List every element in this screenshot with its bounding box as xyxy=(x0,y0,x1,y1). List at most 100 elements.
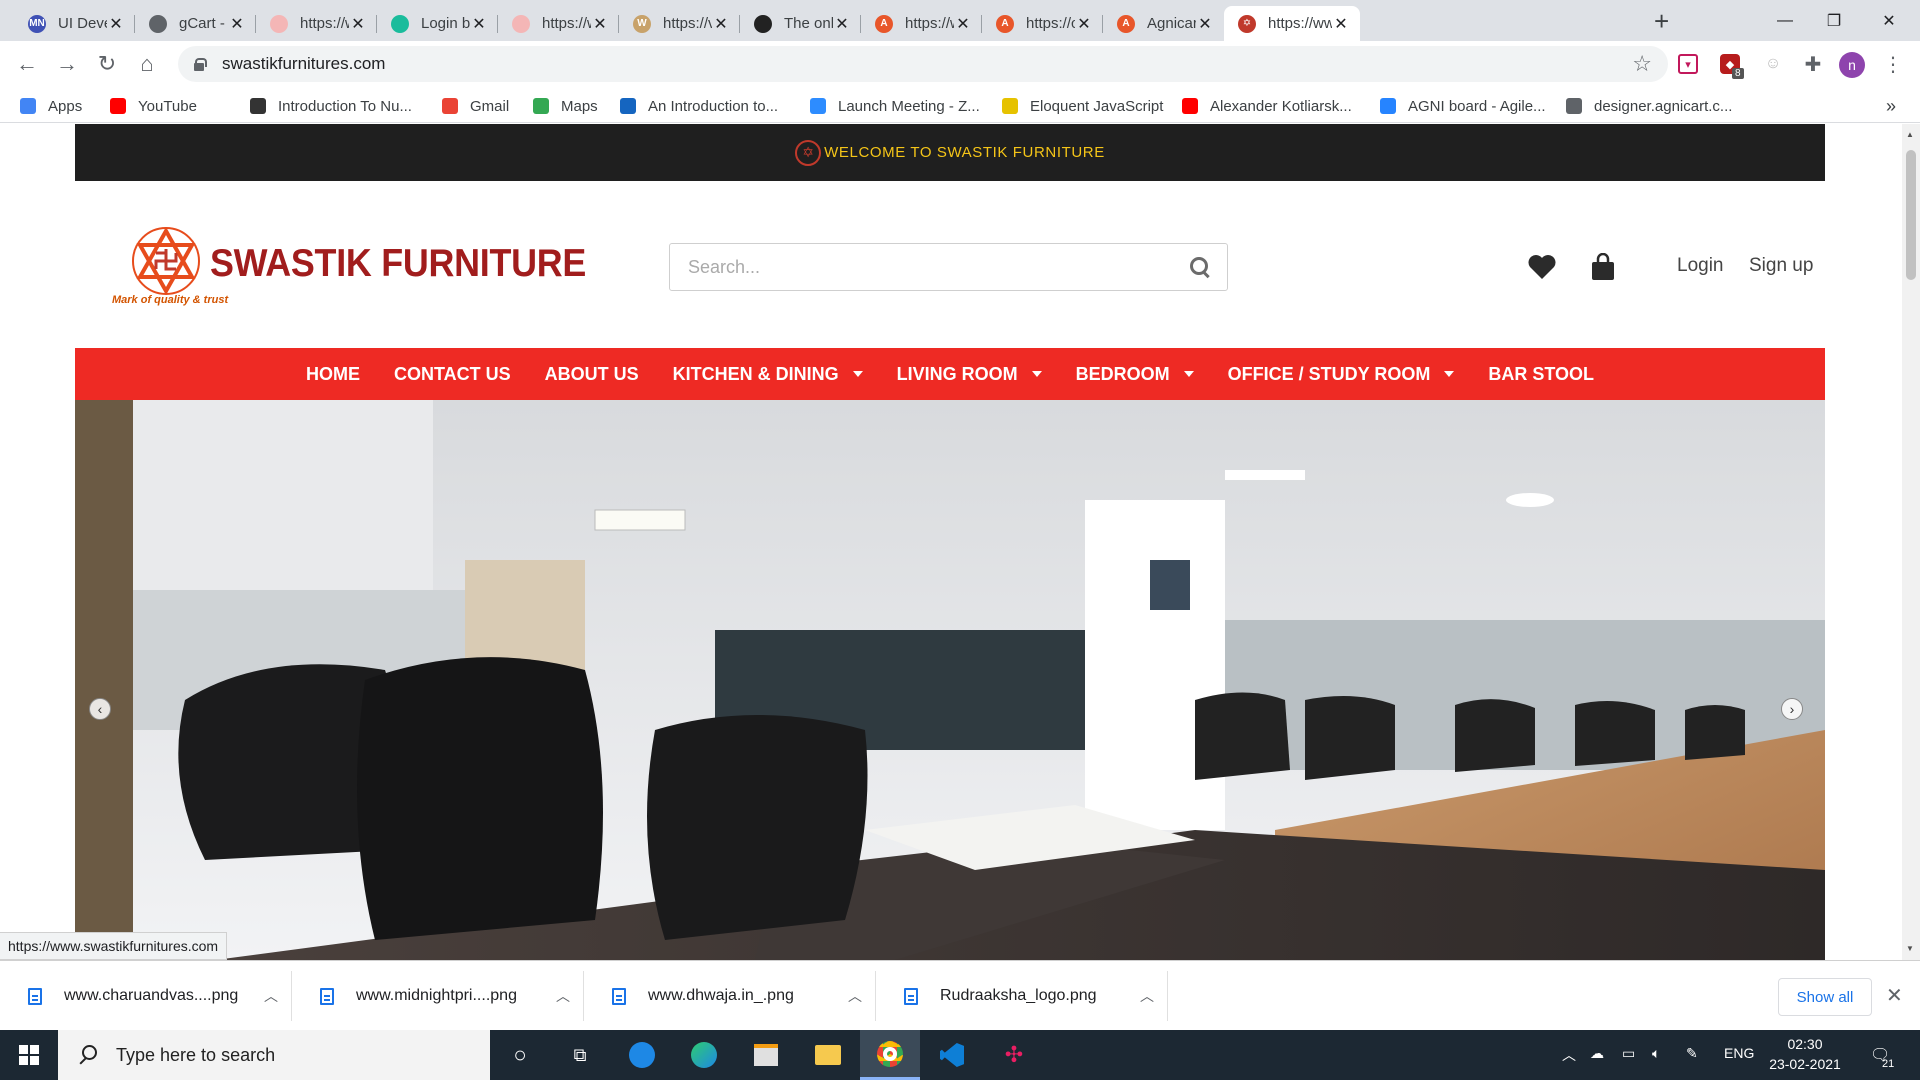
bookmark-item[interactable]: designer.agnicart.c... xyxy=(1566,95,1732,117)
bookmark-item[interactable]: Launch Meeting - Z... xyxy=(810,95,980,117)
menu-item[interactable]: BEDROOM xyxy=(1076,364,1194,385)
address-url[interactable]: swastikfurnitures.com xyxy=(222,54,385,74)
menu-item[interactable]: KITCHEN & DINING xyxy=(673,364,863,385)
browser-tab[interactable]: MN UI Develop✕ xyxy=(14,6,135,41)
taskbar-search[interactable]: Type here to search xyxy=(58,1030,490,1080)
volume-icon[interactable]: 🔈︎ xyxy=(1652,1045,1660,1062)
caret-down-icon[interactable] xyxy=(1031,371,1042,377)
back-icon[interactable]: ← xyxy=(12,49,42,79)
login-link[interactable]: Login xyxy=(1677,255,1724,277)
chrome-icon[interactable] xyxy=(860,1030,920,1080)
show-all-downloads-button[interactable]: Show all xyxy=(1778,978,1872,1016)
bookmark-item[interactable]: AGNI board - Agile... xyxy=(1380,95,1546,117)
edge-icon[interactable] xyxy=(674,1030,734,1080)
download-item[interactable]: www.charuandvas....png ︿ xyxy=(0,971,292,1021)
scrollbar-thumb[interactable] xyxy=(1906,150,1916,280)
bookmark-item[interactable]: YouTube xyxy=(110,95,197,117)
bookmarks-overflow-button[interactable]: » xyxy=(1886,95,1896,117)
onedrive-icon[interactable]: ☁ xyxy=(1590,1045,1604,1062)
bookmark-item[interactable]: Maps xyxy=(533,95,598,117)
browser-tab[interactable]: gCart - An✕ xyxy=(135,6,256,41)
download-item[interactable]: www.midnightpri....png ︿ xyxy=(292,971,584,1021)
tab-close-icon[interactable]: ✕ xyxy=(1332,14,1350,34)
bookmark-item[interactable]: Alexander Kotliarsk... xyxy=(1182,95,1352,117)
menu-item[interactable]: OFFICE / STUDY ROOM xyxy=(1228,364,1455,385)
caret-down-icon[interactable] xyxy=(1444,371,1455,377)
slider-next-arrow[interactable]: › xyxy=(1781,698,1803,720)
system-clock[interactable]: 02:30 23-02-2021 xyxy=(1760,1034,1850,1074)
browser-tab[interactable]: The online✕ xyxy=(740,6,861,41)
tab-close-icon[interactable]: ✕ xyxy=(228,14,246,34)
browser-tab[interactable]: Ahttps://cla✕ xyxy=(982,6,1103,41)
browser-tab[interactable]: https://ww✕ xyxy=(256,6,377,41)
close-window-icon[interactable]: ✕ xyxy=(1858,0,1920,41)
menu-item[interactable]: HOME xyxy=(306,364,360,385)
browser-tab[interactable]: ✡ https://ww ✕ xyxy=(1224,6,1360,41)
forward-icon[interactable]: → xyxy=(52,49,82,79)
bookmark-item[interactable]: Introduction To Nu... xyxy=(250,95,412,117)
tab-close-icon[interactable]: ✕ xyxy=(833,14,851,34)
store-icon[interactable] xyxy=(736,1030,796,1080)
browser-menu-icon[interactable]: ⋮ xyxy=(1880,51,1906,77)
slider-prev-arrow[interactable]: ‹ xyxy=(89,698,111,720)
windows-start-icon[interactable] xyxy=(0,1030,58,1080)
tab-close-icon[interactable]: ✕ xyxy=(107,14,125,34)
page-scrollbar[interactable]: ▲ ▼ xyxy=(1902,124,1920,960)
menu-item[interactable]: LIVING ROOM xyxy=(897,364,1042,385)
tab-close-icon[interactable]: ✕ xyxy=(1075,14,1093,34)
chevron-up-icon[interactable]: ︿ xyxy=(543,986,583,1006)
caret-down-icon[interactable] xyxy=(1183,371,1194,377)
browser-tab[interactable]: Ahttps://ww✕ xyxy=(861,6,982,41)
bookmark-item[interactable]: Apps xyxy=(20,95,82,117)
chevron-up-icon[interactable]: ︿ xyxy=(251,986,291,1006)
bookmark-item[interactable]: Gmail xyxy=(442,95,509,117)
cart-bag-icon[interactable] xyxy=(1587,251,1619,283)
menu-item[interactable]: CONTACT US xyxy=(394,364,511,385)
new-tab-button[interactable]: + xyxy=(1654,6,1669,37)
tray-overflow-icon[interactable]: ︿ xyxy=(1562,1045,1576,1065)
vscode-icon[interactable] xyxy=(922,1030,982,1080)
address-bar[interactable]: swastikfurnitures.com ☆ xyxy=(178,46,1668,82)
chevron-up-icon[interactable]: ︿ xyxy=(1127,986,1167,1006)
tab-close-icon[interactable]: ✕ xyxy=(470,14,488,34)
bookmark-item[interactable]: Eloquent JavaScript xyxy=(1002,95,1163,117)
scroll-up-icon[interactable]: ▲ xyxy=(1906,130,1914,139)
reload-icon[interactable]: ↻ xyxy=(92,49,122,79)
scroll-down-icon[interactable]: ▼ xyxy=(1906,944,1914,953)
swastik-logo-icon[interactable] xyxy=(130,225,202,297)
extensions-puzzle-icon[interactable]: ✚ xyxy=(1800,51,1826,77)
bookmark-item[interactable]: An Introduction to... xyxy=(620,95,778,117)
menu-item[interactable]: ABOUT US xyxy=(545,364,639,385)
home-icon[interactable]: ⌂ xyxy=(132,49,162,79)
caret-down-icon[interactable] xyxy=(852,371,863,377)
tab-close-icon[interactable]: ✕ xyxy=(349,14,367,34)
search-icon[interactable] xyxy=(1189,256,1211,278)
browser-tab[interactable]: Login by C✕ xyxy=(377,6,498,41)
chevron-up-icon[interactable]: ︿ xyxy=(835,986,875,1006)
brand-name[interactable]: SWASTIK FURNITURE xyxy=(210,242,586,286)
task-view-icon[interactable]: ⧉ xyxy=(550,1030,610,1080)
pen-icon[interactable]: ✎ xyxy=(1686,1045,1698,1062)
menu-item[interactable]: BAR STOOL xyxy=(1488,364,1594,385)
cortana-icon[interactable]: ○ xyxy=(490,1030,550,1080)
tab-close-icon[interactable]: ✕ xyxy=(712,14,730,34)
extension-face-icon[interactable]: ☺ xyxy=(1760,51,1786,77)
tab-close-icon[interactable]: ✕ xyxy=(954,14,972,34)
signup-link[interactable]: Sign up xyxy=(1749,255,1813,277)
close-downloads-icon[interactable]: ✕ xyxy=(1886,983,1903,1008)
safari-icon[interactable] xyxy=(612,1030,672,1080)
bookmark-star-icon[interactable]: ☆ xyxy=(1632,51,1652,77)
browser-tab[interactable]: Whttps://vec✕ xyxy=(619,6,740,41)
lock-icon[interactable] xyxy=(194,58,207,71)
search-input[interactable] xyxy=(670,244,1189,290)
browser-tab[interactable]: https://ww✕ xyxy=(498,6,619,41)
language-indicator[interactable]: ENG xyxy=(1724,1045,1754,1061)
profile-avatar[interactable]: n xyxy=(1839,52,1865,78)
file-explorer-icon[interactable] xyxy=(798,1030,858,1080)
browser-tab[interactable]: A Agnicart e✕ xyxy=(1103,6,1224,41)
pocket-extension-icon[interactable]: ▾ xyxy=(1678,54,1698,74)
maximize-icon[interactable]: ❐ xyxy=(1803,0,1865,41)
download-item[interactable]: www.dhwaja.in_.png ︿ xyxy=(584,971,876,1021)
wishlist-heart-icon[interactable] xyxy=(1526,251,1558,283)
battery-icon[interactable]: ▭ xyxy=(1622,1045,1635,1062)
